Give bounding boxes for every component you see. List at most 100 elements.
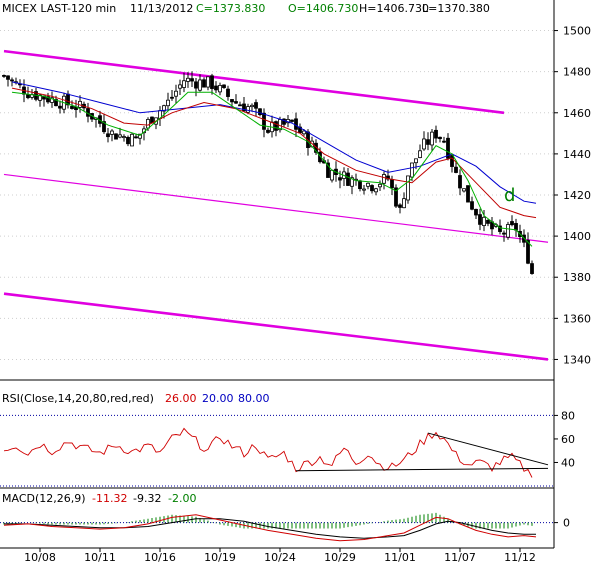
- candle: [342, 167, 346, 187]
- candle: [530, 260, 534, 275]
- candle: [158, 106, 162, 127]
- candle-body: [26, 94, 30, 99]
- candle-body: [338, 177, 342, 181]
- candle-body: [214, 85, 218, 91]
- candle-body: [194, 81, 198, 89]
- candle: [326, 159, 330, 178]
- rsi-trend-line: [427, 432, 549, 466]
- candle-body: [186, 77, 190, 82]
- candle: [466, 185, 470, 203]
- rsi-lower-level: 20.00: [202, 392, 234, 405]
- candle: [462, 188, 466, 193]
- candle: [106, 127, 110, 143]
- candle: [154, 117, 158, 130]
- candle: [438, 136, 442, 143]
- candle-body: [114, 133, 118, 140]
- price-y-axis: 1500 1480 1460 1440 1420 1400 1380 1360 1340: [554, 25, 591, 366]
- candle-body: [422, 138, 426, 150]
- candle-body: [454, 166, 458, 173]
- candle: [442, 136, 446, 144]
- candle-body: [302, 130, 306, 135]
- candle-body: [434, 129, 438, 139]
- candle: [370, 184, 374, 194]
- candle: [238, 101, 242, 107]
- candle-body: [210, 75, 214, 89]
- candle: [490, 217, 494, 236]
- candle-body: [358, 180, 362, 190]
- candle-body: [182, 80, 186, 88]
- rsi-header: RSI(Close,14,20,80,red,red) 26.00 20.00 …: [2, 392, 270, 405]
- candle: [226, 85, 230, 101]
- candle-body: [382, 174, 386, 184]
- candle-body: [130, 133, 134, 147]
- candle-body: [330, 169, 334, 181]
- candle: [266, 127, 270, 134]
- x-tick-label: 10/24: [264, 551, 296, 564]
- chart-canvas: MICEX LAST-120 min 11/13/2012 C=1373.830…: [0, 0, 591, 564]
- candle-body: [266, 129, 270, 133]
- price-grid: [0, 30, 554, 360]
- candle: [194, 78, 198, 97]
- price-y-tick-label: 1340: [563, 353, 591, 366]
- candle: [434, 125, 438, 143]
- candle-body: [442, 140, 446, 143]
- candle-body: [450, 155, 454, 167]
- candle-body: [406, 175, 410, 201]
- candle-body: [178, 84, 182, 89]
- candle-body: [370, 185, 374, 192]
- rsi-series: [3, 427, 549, 478]
- candle-body: [258, 108, 262, 115]
- price-y-tick-label: 1360: [563, 312, 591, 325]
- candle: [2, 74, 6, 78]
- candle: [366, 182, 370, 190]
- candle: [282, 118, 286, 128]
- candle-body: [390, 179, 394, 189]
- channel-line: [3, 173, 549, 243]
- candle: [122, 134, 126, 142]
- candle-body: [218, 85, 222, 93]
- candle-body: [502, 232, 506, 235]
- candle: [126, 135, 130, 147]
- candle: [26, 86, 30, 100]
- candle: [174, 84, 178, 104]
- candle-body: [170, 96, 174, 99]
- candle: [254, 99, 258, 117]
- candle: [130, 132, 134, 147]
- candle-body: [366, 182, 370, 187]
- candle: [214, 81, 218, 94]
- x-tick-label: 10/08: [24, 551, 56, 564]
- candle: [406, 175, 410, 204]
- candle: [102, 114, 106, 134]
- candle-body: [226, 88, 230, 97]
- candle: [34, 87, 38, 102]
- header-symbol: MICEX LAST-120 min: [2, 2, 116, 15]
- candle: [374, 187, 378, 196]
- x-tick-label: 10/29: [324, 551, 356, 564]
- x-tick-label: 10/16: [144, 551, 176, 564]
- x-tick-label: 11/01: [384, 551, 416, 564]
- x-tick-label: 11/12: [504, 551, 536, 564]
- header-high: H=1406.730: [359, 2, 429, 15]
- candle: [470, 196, 474, 211]
- candle-body: [530, 263, 534, 274]
- x-tick-label: 10/11: [84, 551, 116, 564]
- candle-body: [122, 136, 126, 139]
- macd-header: MACD(12,26,9) -11.32 -9.32 -2.00: [2, 492, 196, 505]
- candle: [166, 92, 170, 112]
- candle: [66, 90, 70, 109]
- candle: [506, 221, 510, 240]
- candle-body: [426, 139, 430, 145]
- candle-body: [346, 172, 350, 186]
- candle-body: [198, 79, 202, 91]
- candle: [478, 208, 482, 231]
- macd-y-axis: 0: [554, 517, 570, 530]
- candle: [330, 169, 334, 183]
- candle: [526, 232, 530, 265]
- x-axis: 10/08 10/11 10/16 10/19 10/24 10/29 11/01 11/07…: [24, 548, 536, 564]
- candle-body: [58, 105, 62, 109]
- x-tick-label: 10/19: [204, 551, 236, 564]
- candle: [202, 77, 206, 88]
- candle: [362, 184, 366, 195]
- candle: [234, 94, 238, 104]
- candle-body: [374, 188, 378, 193]
